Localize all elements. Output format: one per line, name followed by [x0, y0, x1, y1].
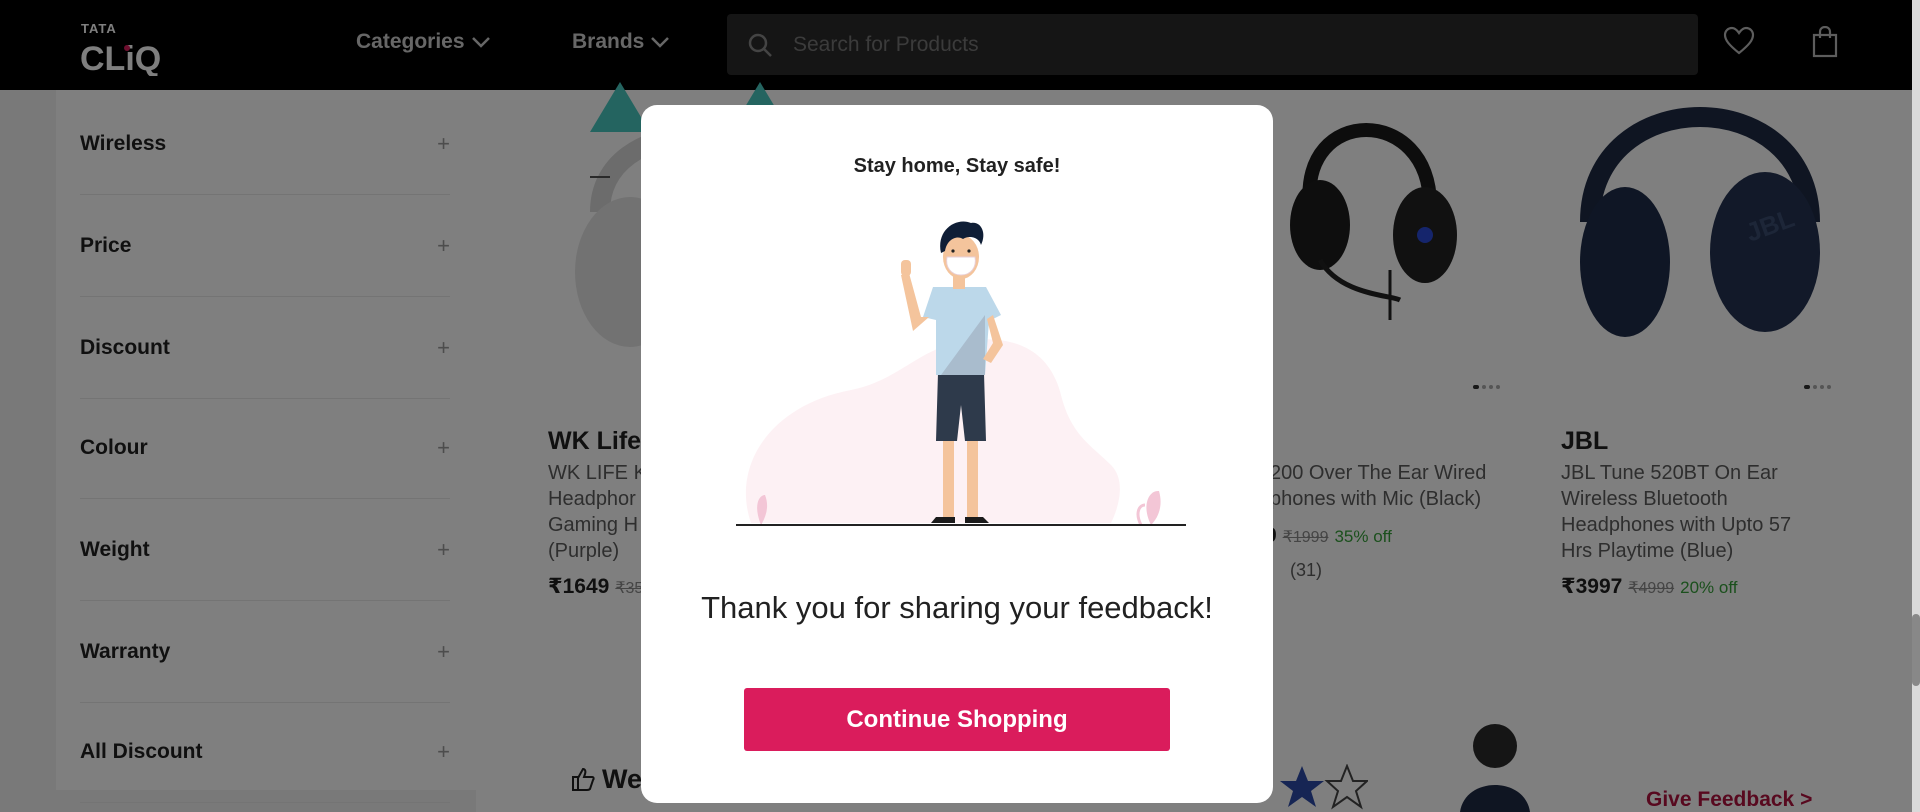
page-scrollbar[interactable] [1912, 0, 1920, 812]
stay-safe-illustration [736, 221, 1186, 526]
modal-title: Stay home, Stay safe! [853, 155, 1061, 177]
feedback-thank-you-modal: Stay home, Stay safe! Thank you for shar… [641, 105, 1273, 803]
continue-shopping-button[interactable]: Continue Shopping [744, 688, 1170, 751]
thank-you-message: Thank you for sharing your feedback! [701, 590, 1213, 625]
scrollbar-thumb[interactable] [1912, 614, 1920, 686]
